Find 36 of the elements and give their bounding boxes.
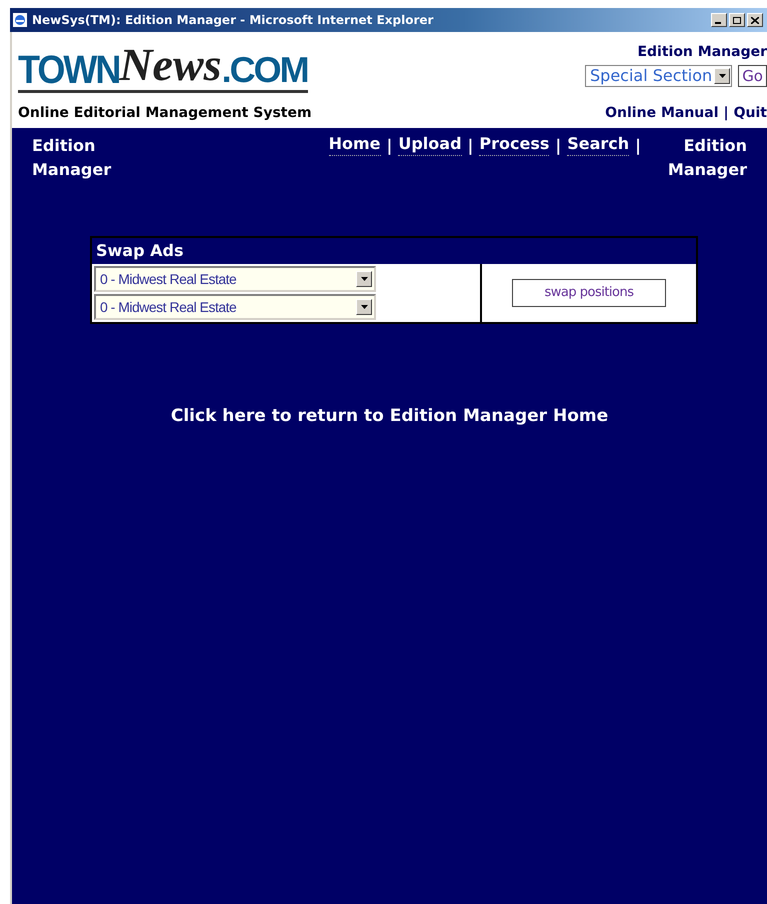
separator: | [635,135,641,157]
separator: | [555,135,562,157]
ad-select[interactable]: 0 - Midwest Real Estate [94,266,376,292]
section-select[interactable]: Special Section [585,65,732,87]
minimize-button[interactable] [711,13,727,27]
separator: | [386,135,392,157]
return-link[interactable]: Click here to return to Edition Manager Home [170,404,608,430]
subtitle: Online Editorial Management System [18,104,312,123]
section-label: Edition Manager [637,43,767,62]
header-link[interactable]: Online Manual [605,103,719,124]
header-link[interactable]: Quit [734,103,767,124]
browser-icon [12,12,28,28]
dropdown-arrow-button[interactable] [714,68,730,84]
caret-icon [360,277,368,281]
maximize-button[interactable] [729,13,745,27]
nav-current: Edition Manager [666,135,747,181]
townnews-logo: TOWNNews.COM [18,42,308,93]
nav-link[interactable]: Search [567,134,630,156]
nav-link[interactable]: Upload [398,134,462,156]
nav-link[interactable]: Process [479,134,550,156]
page-title: Edition Manager [32,135,112,181]
close-icon [751,16,759,24]
dropdown-arrow-button[interactable] [356,271,372,287]
ad-select[interactable]: 0 - Midwest Real Estate [94,294,376,320]
dropdown-arrow-button[interactable] [356,299,372,315]
go-button[interactable]: Go [738,65,767,87]
separator: | [724,104,729,123]
swap-positions-button[interactable]: swap positions [512,279,666,307]
window-title: NewSys(TM): Edition Manager - Microsoft Internet Explorer [32,12,434,29]
nav-link[interactable]: Home [328,134,381,156]
caret-icon [718,74,726,78]
caret-icon [360,305,368,309]
close-button[interactable] [747,13,763,27]
maximize-icon [733,16,741,24]
panel-title: Swap Ads [92,238,696,264]
separator: | [468,135,474,157]
